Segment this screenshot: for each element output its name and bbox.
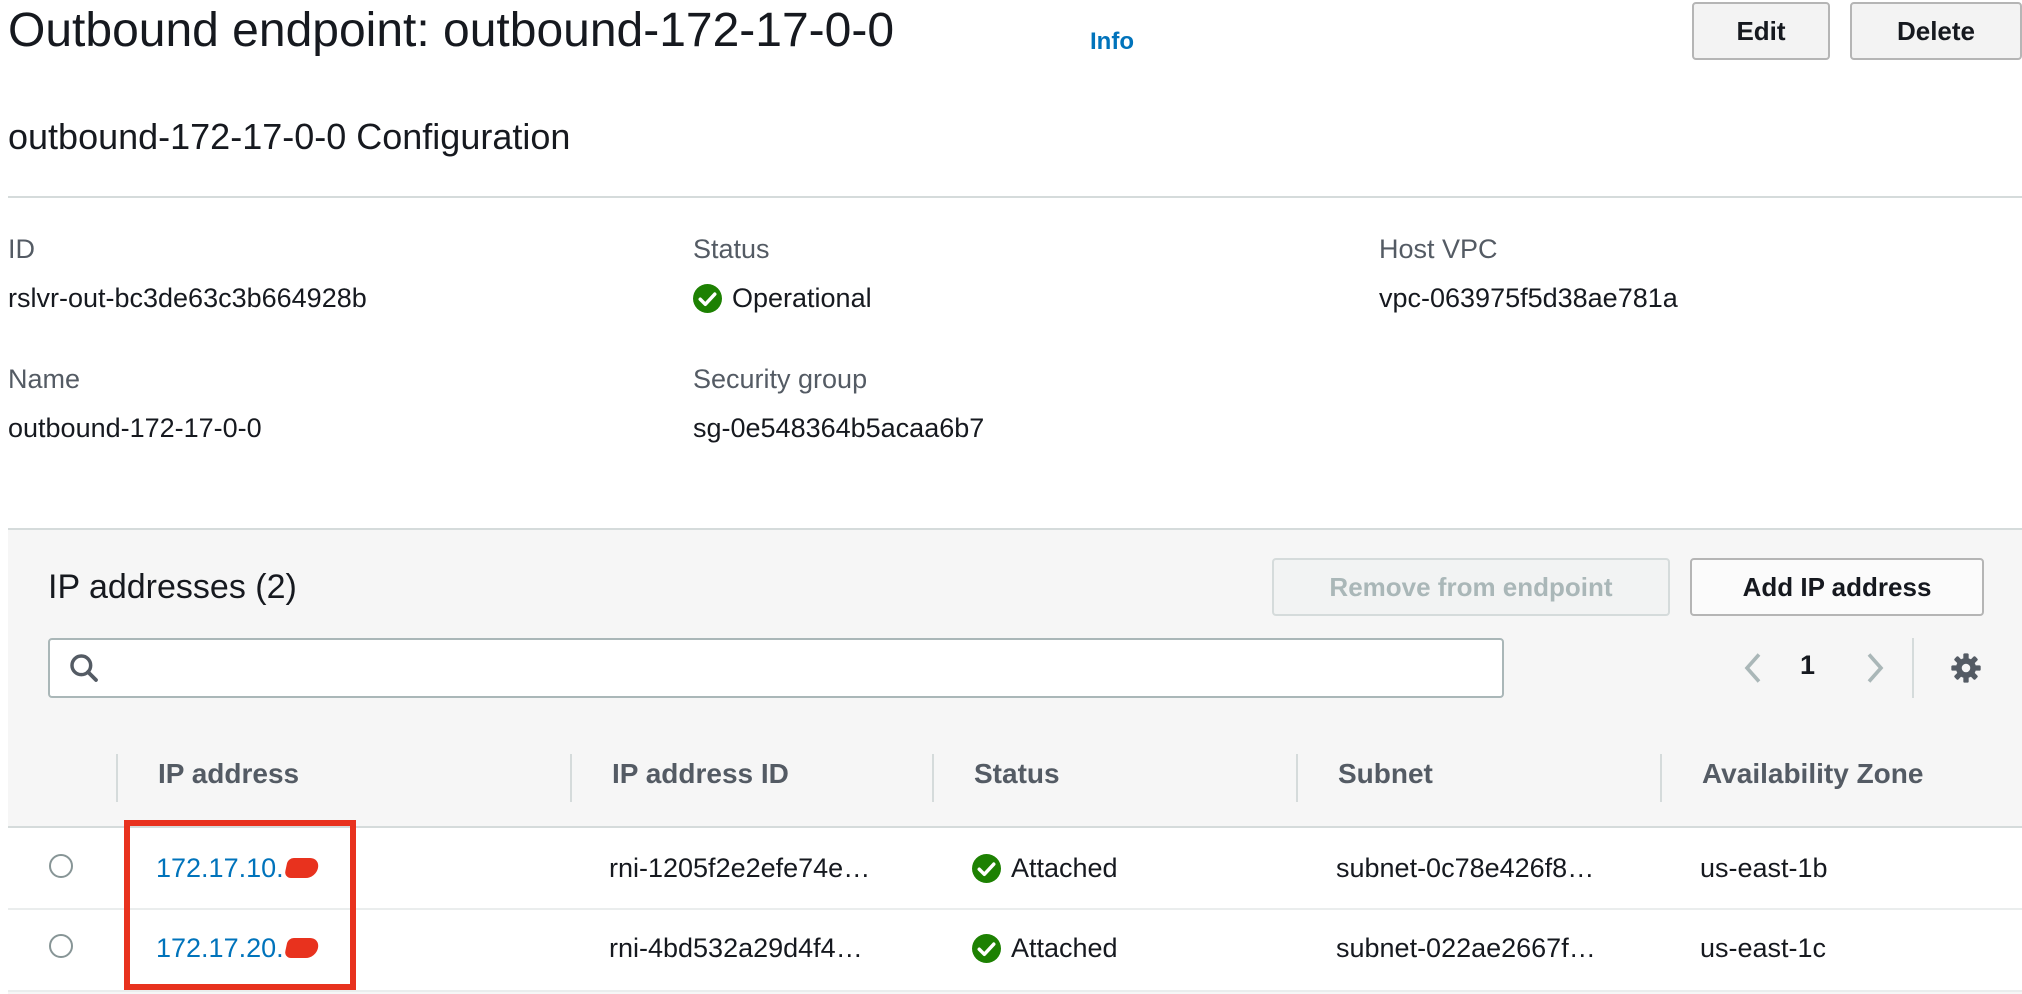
info-link[interactable]: Info (1090, 28, 1134, 56)
subnet-cell: subnet-0c78e426f8… (1336, 852, 1595, 883)
row-select-radio[interactable] (49, 854, 73, 878)
status-text: Attached (1011, 852, 1118, 883)
page-number[interactable]: 1 (1800, 650, 1815, 681)
column-header-ip-address[interactable]: IP address (158, 758, 299, 790)
availability-zone-cell: us-east-1b (1700, 852, 1828, 883)
ip-address-id-cell: rni-4bd532a29d4f4… (609, 932, 863, 963)
add-ip-address-button[interactable]: Add IP address (1690, 558, 1984, 616)
check-circle-icon (972, 853, 1001, 883)
column-header-availability-zone[interactable]: Availability Zone (1702, 758, 1923, 790)
status-text: Attached (1011, 932, 1118, 963)
search-input[interactable] (48, 638, 1504, 698)
security-group-label: Security group (693, 364, 868, 394)
column-header-subnet[interactable]: Subnet (1338, 758, 1433, 790)
name-label: Name (8, 364, 81, 394)
ip-address-id-cell: rni-1205f2e2efe74e… (609, 852, 871, 883)
column-divider (570, 754, 572, 802)
id-value: rslvr-out-bc3de63c3b664928b (8, 283, 367, 313)
chevron-left-icon[interactable] (1740, 650, 1766, 686)
status-text: Operational (732, 283, 872, 313)
host-vpc-value: vpc-063975f5d38ae781a (1379, 283, 1678, 313)
column-divider (1296, 754, 1298, 802)
host-vpc-label: Host VPC (1379, 234, 1498, 264)
availability-zone-cell: us-east-1c (1700, 932, 1827, 963)
configuration-heading: outbound-172-17-0-0 Configuration (8, 116, 571, 157)
search-icon (70, 654, 98, 682)
security-group-value: sg-0e548364b5acaa6b7 (693, 413, 985, 443)
column-header-status[interactable]: Status (974, 758, 1060, 790)
pagination-divider (1912, 638, 1914, 698)
subnet-cell: subnet-022ae2667f… (1336, 932, 1596, 963)
delete-button[interactable]: Delete (1850, 2, 2022, 60)
column-divider (1660, 754, 1662, 802)
status-label: Status (693, 234, 770, 264)
ip-addresses-title: IP addresses (2) (48, 568, 297, 606)
column-divider (932, 754, 934, 802)
row-select-radio[interactable] (49, 934, 73, 958)
name-value: outbound-172-17-0-0 (8, 413, 262, 443)
page-title: Outbound endpoint: outbound-172-17-0-0 (8, 4, 895, 57)
chevron-right-icon[interactable] (1862, 650, 1888, 686)
status-cell: Attached (972, 848, 1118, 888)
check-circle-icon (693, 284, 722, 313)
edit-button[interactable]: Edit (1692, 2, 1830, 60)
divider (8, 196, 2022, 198)
annotation-highlight-box (124, 820, 356, 990)
status-value: Operational (693, 283, 872, 314)
check-circle-icon (972, 933, 1001, 963)
gear-icon[interactable] (1950, 652, 1982, 684)
column-header-ip-address-id[interactable]: IP address ID (612, 758, 789, 790)
column-divider (116, 754, 118, 802)
id-label: ID (8, 234, 35, 264)
remove-from-endpoint-button[interactable]: Remove from endpoint (1272, 558, 1670, 616)
status-cell: Attached (972, 928, 1118, 968)
